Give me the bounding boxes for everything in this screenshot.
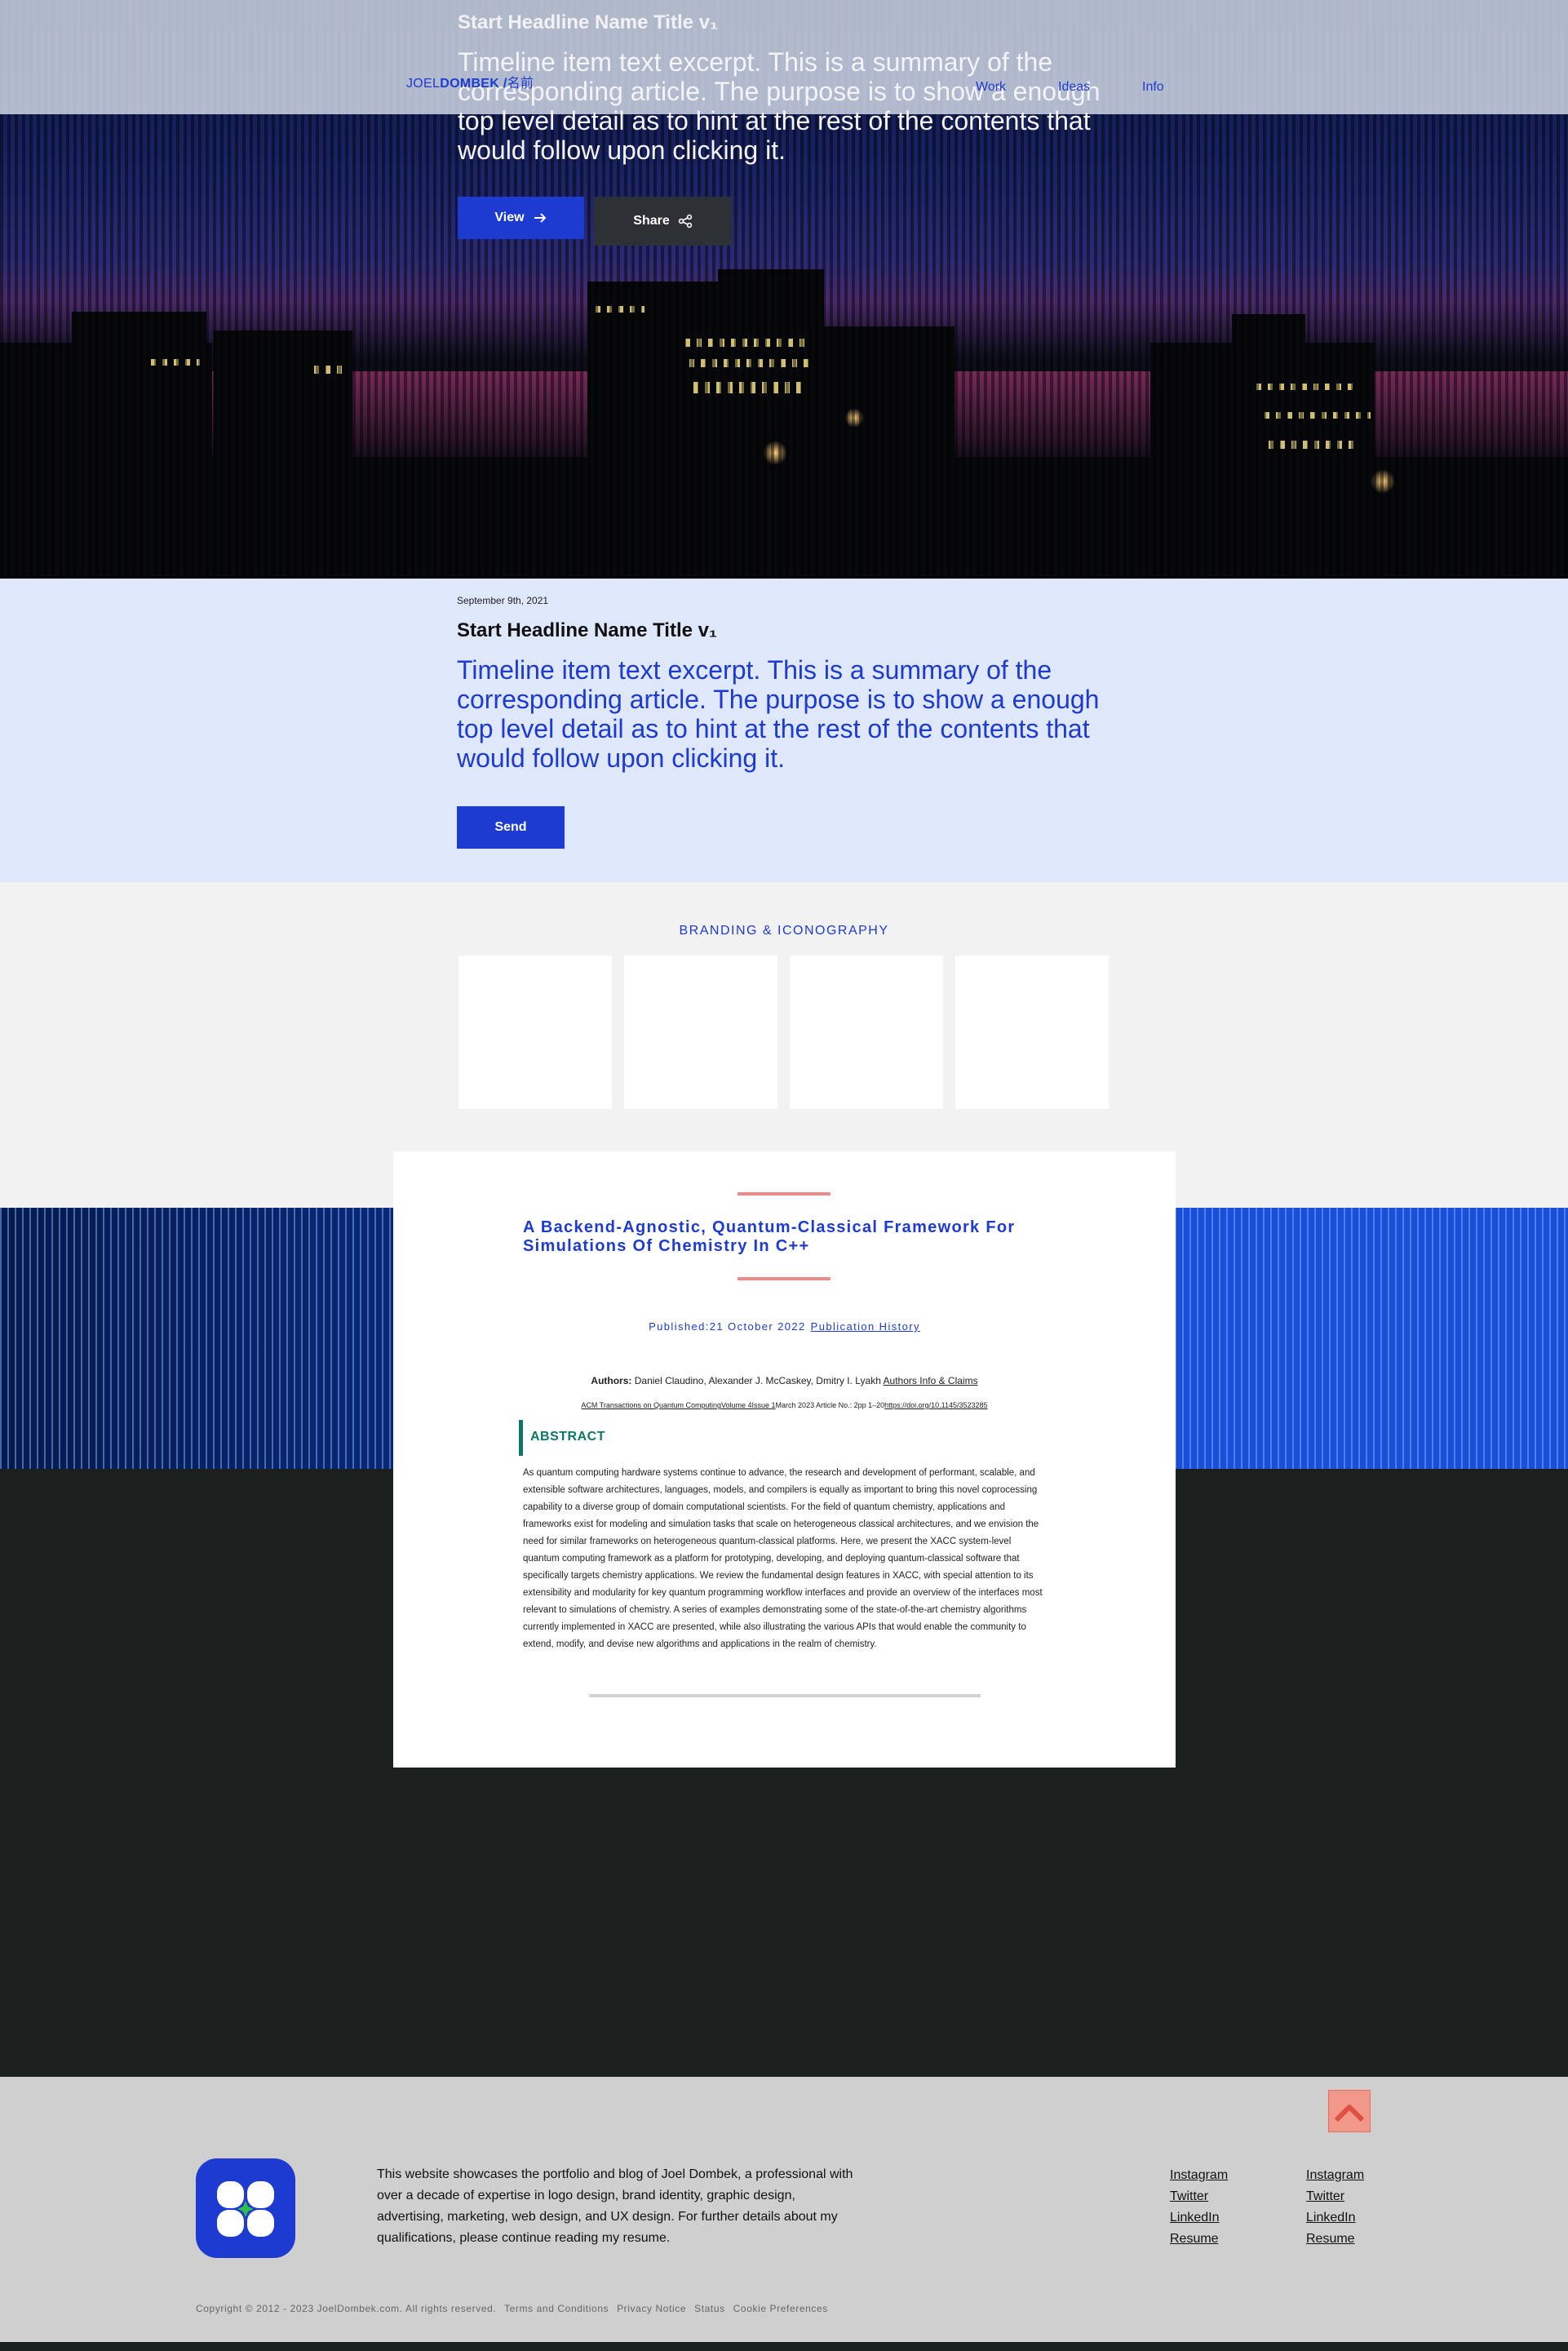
logo-kanji: 名前 [507,77,534,91]
authors-label: Authors: [591,1375,632,1386]
abstract-text: As quantum computing hardware systems co… [523,1468,1043,1649]
article-section: September 9th, 2021 Start Headline Name … [0,579,1568,882]
journal-meta: March 2023 Article No.: 2pp 1–20 [775,1401,885,1409]
legal-privacy-link[interactable]: Privacy Notice [617,2303,686,2314]
branding-tile[interactable] [955,956,1109,1109]
authors-line: Authors: Daniel Claudino, Alexander J. M… [393,1375,1176,1386]
share-icon [678,214,692,228]
paper-bottom-rule [589,1694,981,1697]
view-button[interactable]: View [458,197,584,239]
title-divider-bottom [737,1277,831,1280]
hero-excerpt: Timeline item text excerpt. This is a su… [458,47,1101,165]
arrow-right-icon [534,213,546,223]
legal-terms-link[interactable]: Terms and Conditions [504,2303,609,2314]
article-excerpt: Timeline item text excerpt. This is a su… [457,655,1100,773]
footer-link-twitter[interactable]: Twitter [1306,2186,1364,2207]
article-date: September 9th, 2021 [457,595,549,606]
branding-tile[interactable] [624,956,777,1109]
footer-links-col2: Instagram Twitter LinkedIn Resume [1306,2165,1364,2250]
nav-ideas[interactable]: Ideas [1058,80,1090,95]
abstract-heading: ABSTRACT [530,1430,605,1444]
site-logo[interactable]: JOELDOMBEK /名前 [406,72,534,91]
footer-legal-bar: Copyright © 2012 - 2023 JoelDombek.com. … [196,2303,833,2314]
site-footer: This website showcases the portfolio and… [0,2077,1568,2342]
legal-cookies-link[interactable]: Cookie Preferences [733,2303,828,2314]
footer-links-col1: Instagram Twitter LinkedIn Resume [1170,2165,1228,2250]
bottom-strip [0,2342,1568,2351]
scroll-to-top-button[interactable] [1328,2090,1371,2132]
branding-label: BRANDING & ICONOGRAPHY [679,924,889,938]
footer-link-linkedin[interactable]: LinkedIn [1306,2207,1364,2229]
title-divider-top [737,1192,831,1195]
footer-link-resume[interactable]: Resume [1306,2229,1364,2250]
nav-info[interactable]: Info [1142,80,1164,95]
share-button-label: Share [633,214,670,228]
publication-line: Published:21 October 2022 Publication His… [393,1320,1176,1333]
nav-work[interactable]: Work [976,80,1006,95]
copyright-text: Copyright © 2012 - 2023 JoelDombek.com. … [196,2303,497,2314]
journal-link[interactable]: ACM Transactions on Quantum ComputingVol… [581,1401,775,1409]
article-title: Start Headline Name Title v₁ [457,619,717,641]
chevron-up-icon [1334,2105,1365,2123]
view-button-label: View [494,211,525,224]
authors-info-link[interactable]: Authors Info & Claims [884,1375,978,1386]
published-date: Published:21 October 2022 [649,1320,806,1333]
logo-last: DOMBEK / [440,77,507,91]
footer-link-linkedin[interactable]: LinkedIn [1170,2207,1228,2229]
paper-card: A Backend-Agnostic, Quantum-Classical Fr… [393,1151,1176,1768]
hero-title: Start Headline Name Title v₁ [458,11,718,33]
branding-tile[interactable] [790,956,943,1109]
footer-link-instagram[interactable]: Instagram [1306,2165,1364,2186]
publication-history-link[interactable]: Publication History [811,1320,920,1333]
footer-link-resume[interactable]: Resume [1170,2229,1228,2250]
authors-names: Daniel Claudino, Alexander J. McCaskey, … [634,1375,881,1386]
footer-blurb: This website showcases the portfolio and… [377,2167,853,2245]
send-button[interactable]: Send [457,806,565,849]
paper-title: A Backend-Agnostic, Quantum-Classical Fr… [523,1218,1016,1255]
abstract-accent-bar [519,1420,523,1456]
branding-tile[interactable] [458,956,612,1109]
legal-status-link[interactable]: Status [694,2303,725,2314]
footer-link-instagram[interactable]: Instagram [1170,2165,1228,2186]
journal-line: ACM Transactions on Quantum ComputingVol… [393,1401,1176,1409]
share-button[interactable]: Share [594,197,732,246]
footer-link-twitter[interactable]: Twitter [1170,2186,1228,2207]
logo-first: JOEL [406,77,441,91]
doi-link[interactable]: https://doi.org/10.1145/3523285 [884,1401,987,1409]
app-logo-icon[interactable] [196,2158,295,2258]
